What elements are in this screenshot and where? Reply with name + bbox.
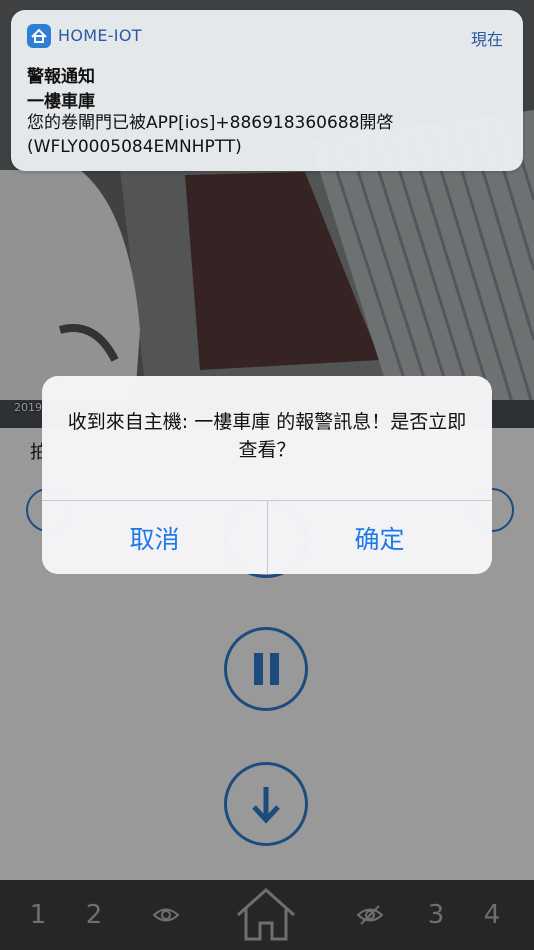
confirm-button[interactable]: 确定: [267, 501, 492, 574]
notification-time: 現在: [470, 30, 503, 49]
notification-title: 警報通知: [27, 67, 95, 87]
push-notification[interactable]: HOME-IOT 現在 警報通知 一樓車庫 您的卷閘門已被APP[ios]+88…: [11, 10, 523, 171]
alert-dialog: 收到來自主機: 一樓車庫 的報警訊息！是否立即查看？ 取消 确定: [42, 376, 492, 574]
cancel-button[interactable]: 取消: [42, 501, 267, 574]
notification-body: 您的卷閘門已被APP[ios]+886918360688開啓(WFLY00050…: [27, 113, 394, 157]
notification-app-name: HOME-IOT: [58, 26, 142, 45]
alert-message: 收到來自主機: 一樓車庫 的報警訊息！是否立即查看？: [67, 411, 467, 461]
notification-subtitle: 一樓車庫: [27, 92, 95, 112]
app-icon: [27, 24, 51, 48]
